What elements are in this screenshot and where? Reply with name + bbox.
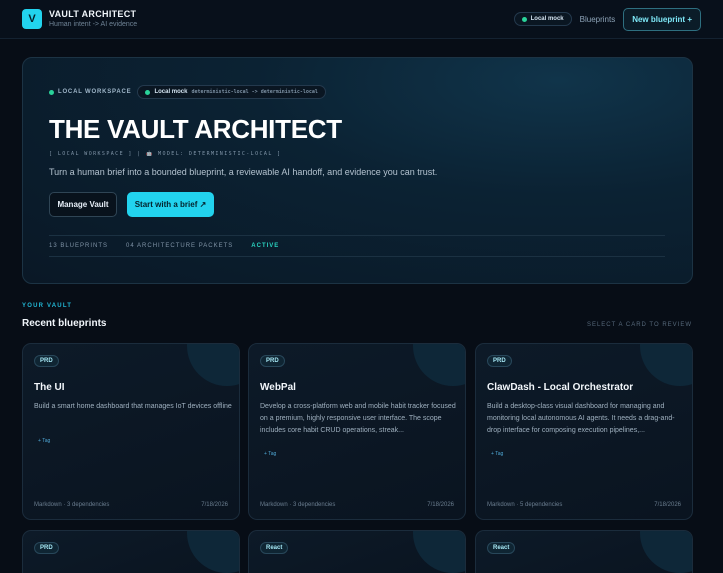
hero-panel: LOCAL WORKSPACE Local mock deterministic… [22, 57, 693, 284]
card-footer: Markdown · 5 dependencies 7/18/2026 [487, 502, 681, 508]
status-dot-icon [521, 16, 527, 22]
card-footer: Markdown · 3 dependencies 7/18/2026 [34, 502, 228, 508]
card-meta: Markdown · 3 dependencies [260, 502, 336, 508]
card-corner-decoration [640, 344, 692, 386]
local-mock-status: Local mock [513, 12, 572, 26]
manage-vault-button[interactable]: Manage Vault [49, 192, 117, 217]
hero-stats: 13 BLUEPRINTS 04 ARCHITECTURE PACKETS AC… [49, 235, 665, 257]
card-description: Build a desktop-class visual dashboard f… [487, 403, 675, 434]
card-badge: PRD [34, 542, 59, 554]
card-meta: Markdown · 3 dependencies [34, 502, 110, 508]
blueprint-card[interactable]: React [475, 530, 693, 573]
card-corner-decoration [187, 344, 239, 386]
card-corner-decoration [413, 344, 465, 386]
blueprint-card[interactable]: PRD The UI Build a smart home dashboard … [22, 343, 240, 520]
section-eyebrow: YOUR VAULT [22, 303, 73, 309]
card-meta: Markdown · 5 dependencies [487, 502, 563, 508]
section-hint: SELECT A CARD TO REVIEW [586, 322, 692, 328]
local-mock-label: Local mock [530, 16, 564, 22]
workspace-dot-icon [49, 89, 54, 95]
mode-pill: Local mock deterministic-local -> determ… [137, 85, 326, 99]
card-title: The UI [34, 382, 65, 393]
card-corner-decoration [413, 531, 465, 573]
card-badge: PRD [487, 355, 512, 367]
mode-dot-icon [145, 89, 151, 95]
blueprint-card[interactable]: PRD ClawDash - Local Orchestrator Build … [475, 343, 693, 520]
card-date: 7/18/2026 [201, 502, 228, 508]
section-title: Recent blueprints [22, 318, 107, 329]
card-title: WebPal [260, 382, 296, 393]
card-badge: React [260, 542, 289, 554]
new-blueprint-button[interactable]: New blueprint + [623, 7, 701, 31]
workspace-tag-label: LOCAL WORKSPACE [58, 89, 132, 95]
header-actions: Local mock Blueprints New blueprint + [513, 7, 701, 31]
card-badge: React [487, 542, 516, 554]
card-footer: Markdown · 3 dependencies 7/18/2026 [260, 502, 454, 508]
card-corner-decoration [640, 531, 692, 573]
add-tag-button[interactable]: + Tag [38, 438, 50, 444]
hero-tags: LOCAL WORKSPACE Local mock deterministic… [49, 85, 326, 99]
card-date: 7/18/2026 [654, 502, 681, 508]
blueprint-card[interactable]: React [248, 530, 466, 573]
blueprint-card[interactable]: PRD WebPal Develop a cross-platform web … [248, 343, 466, 520]
stat-blueprints: 13 BLUEPRINTS [49, 243, 109, 249]
page-title: THE VAULT ARCHITECT [49, 114, 342, 144]
app-logo[interactable]: V [22, 9, 42, 29]
card-badge: PRD [34, 355, 59, 367]
blueprint-card[interactable]: PRD [22, 530, 240, 573]
app-subtitle: Human intent -> AI evidence [49, 20, 138, 28]
card-corner-decoration [187, 531, 239, 573]
mode-pill-label: Local mock [154, 89, 188, 95]
workspace-tag: LOCAL WORKSPACE [49, 89, 131, 95]
brand: VAULT ARCHITECT Human intent -> AI evide… [49, 9, 137, 30]
hero-description: Turn a human brief into a bounded bluepr… [49, 167, 438, 177]
top-bar: V VAULT ARCHITECT Human intent -> AI evi… [0, 0, 723, 39]
stat-packets: 04 ARCHITECTURE PACKETS [126, 243, 234, 249]
card-description: Build a smart home dashboard that manage… [34, 403, 232, 410]
card-title: ClawDash - Local Orchestrator [487, 382, 634, 393]
app-title: VAULT ARCHITECT [49, 8, 137, 19]
add-tag-button[interactable]: + Tag [491, 451, 503, 457]
card-date: 7/18/2026 [427, 502, 454, 508]
card-badge: PRD [260, 355, 285, 367]
start-with-brief-button[interactable]: Start with a brief ↗ [127, 192, 214, 217]
hero-meta: [ LOCAL WORKSPACE ] | 🤖 MODEL: DETERMINI… [49, 151, 282, 157]
add-tag-button[interactable]: + Tag [264, 451, 276, 457]
nav-blueprints-link[interactable]: Blueprints [580, 15, 616, 24]
card-description: Develop a cross-platform web and mobile … [260, 403, 456, 434]
stat-status: ACTIVE [251, 243, 280, 249]
mode-detail: deterministic-local -> deterministic-loc… [191, 89, 318, 95]
